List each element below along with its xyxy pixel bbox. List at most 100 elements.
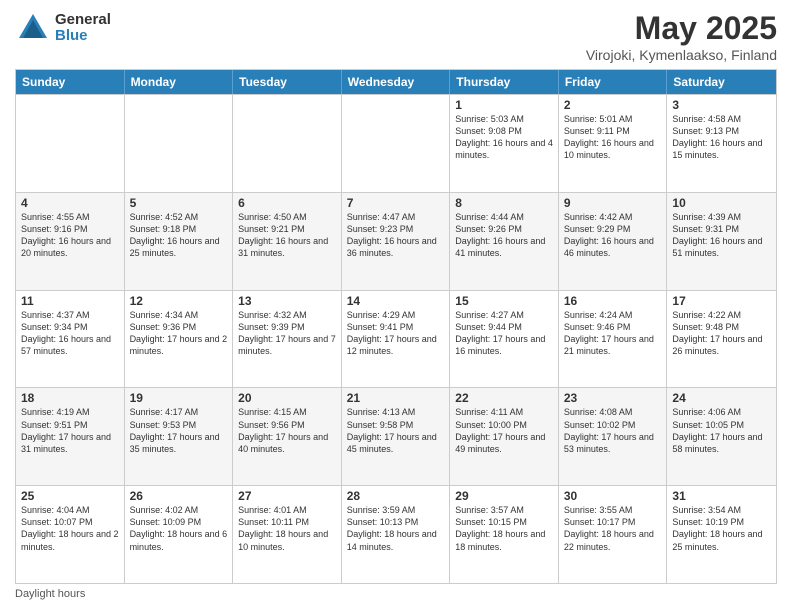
calendar-cell-day-31: 31Sunrise: 3:54 AM Sunset: 10:19 PM Dayl… xyxy=(667,486,776,583)
calendar-cell-day-14: 14Sunrise: 4:29 AM Sunset: 9:41 PM Dayli… xyxy=(342,291,451,388)
cell-info: Sunrise: 4:47 AM Sunset: 9:23 PM Dayligh… xyxy=(347,211,445,260)
day-number: 1 xyxy=(455,98,553,112)
day-of-week-monday: Monday xyxy=(125,70,234,94)
day-number: 15 xyxy=(455,294,553,308)
day-number: 23 xyxy=(564,391,662,405)
calendar-cell-day-30: 30Sunrise: 3:55 AM Sunset: 10:17 PM Dayl… xyxy=(559,486,668,583)
day-of-week-friday: Friday xyxy=(559,70,668,94)
cell-info: Sunrise: 4:55 AM Sunset: 9:16 PM Dayligh… xyxy=(21,211,119,260)
day-number: 25 xyxy=(21,489,119,503)
calendar: SundayMondayTuesdayWednesdayThursdayFrid… xyxy=(15,69,777,584)
calendar-row-0: 1Sunrise: 5:03 AM Sunset: 9:08 PM Daylig… xyxy=(16,94,776,192)
day-number: 27 xyxy=(238,489,336,503)
cell-info: Sunrise: 4:32 AM Sunset: 9:39 PM Dayligh… xyxy=(238,309,336,358)
calendar-cell-day-9: 9Sunrise: 4:42 AM Sunset: 9:29 PM Daylig… xyxy=(559,193,668,290)
day-number: 9 xyxy=(564,196,662,210)
calendar-cell-day-2: 2Sunrise: 5:01 AM Sunset: 9:11 PM Daylig… xyxy=(559,95,668,192)
calendar-cell-day-29: 29Sunrise: 3:57 AM Sunset: 10:15 PM Dayl… xyxy=(450,486,559,583)
cell-info: Sunrise: 4:11 AM Sunset: 10:00 PM Daylig… xyxy=(455,406,553,455)
footer: Daylight hours xyxy=(15,584,777,602)
day-number: 19 xyxy=(130,391,228,405)
calendar-cell-day-21: 21Sunrise: 4:13 AM Sunset: 9:58 PM Dayli… xyxy=(342,388,451,485)
day-number: 4 xyxy=(21,196,119,210)
day-number: 7 xyxy=(347,196,445,210)
cell-info: Sunrise: 5:03 AM Sunset: 9:08 PM Dayligh… xyxy=(455,113,553,162)
day-number: 8 xyxy=(455,196,553,210)
calendar-cell-day-7: 7Sunrise: 4:47 AM Sunset: 9:23 PM Daylig… xyxy=(342,193,451,290)
cell-info: Sunrise: 4:27 AM Sunset: 9:44 PM Dayligh… xyxy=(455,309,553,358)
calendar-cell-empty-0-0 xyxy=(16,95,125,192)
calendar-cell-empty-0-1 xyxy=(125,95,234,192)
calendar-row-4: 25Sunrise: 4:04 AM Sunset: 10:07 PM Dayl… xyxy=(16,485,776,583)
calendar-cell-day-1: 1Sunrise: 5:03 AM Sunset: 9:08 PM Daylig… xyxy=(450,95,559,192)
day-number: 6 xyxy=(238,196,336,210)
day-of-week-saturday: Saturday xyxy=(667,70,776,94)
calendar-cell-day-11: 11Sunrise: 4:37 AM Sunset: 9:34 PM Dayli… xyxy=(16,291,125,388)
calendar-cell-day-17: 17Sunrise: 4:22 AM Sunset: 9:48 PM Dayli… xyxy=(667,291,776,388)
day-number: 16 xyxy=(564,294,662,308)
day-number: 13 xyxy=(238,294,336,308)
calendar-cell-empty-0-2 xyxy=(233,95,342,192)
day-number: 26 xyxy=(130,489,228,503)
calendar-row-1: 4Sunrise: 4:55 AM Sunset: 9:16 PM Daylig… xyxy=(16,192,776,290)
calendar-cell-day-26: 26Sunrise: 4:02 AM Sunset: 10:09 PM Dayl… xyxy=(125,486,234,583)
logo-general-text: General xyxy=(55,12,111,29)
cell-info: Sunrise: 4:37 AM Sunset: 9:34 PM Dayligh… xyxy=(21,309,119,358)
cell-info: Sunrise: 5:01 AM Sunset: 9:11 PM Dayligh… xyxy=(564,113,662,162)
calendar-cell-day-10: 10Sunrise: 4:39 AM Sunset: 9:31 PM Dayli… xyxy=(667,193,776,290)
day-number: 30 xyxy=(564,489,662,503)
day-number: 10 xyxy=(672,196,771,210)
cell-info: Sunrise: 4:34 AM Sunset: 9:36 PM Dayligh… xyxy=(130,309,228,358)
day-number: 20 xyxy=(238,391,336,405)
day-number: 29 xyxy=(455,489,553,503)
location: Virojoki, Kymenlaakso, Finland xyxy=(586,47,777,63)
day-of-week-tuesday: Tuesday xyxy=(233,70,342,94)
day-of-week-wednesday: Wednesday xyxy=(342,70,451,94)
calendar-cell-day-15: 15Sunrise: 4:27 AM Sunset: 9:44 PM Dayli… xyxy=(450,291,559,388)
cell-info: Sunrise: 4:24 AM Sunset: 9:46 PM Dayligh… xyxy=(564,309,662,358)
calendar-cell-day-22: 22Sunrise: 4:11 AM Sunset: 10:00 PM Dayl… xyxy=(450,388,559,485)
cell-info: Sunrise: 3:57 AM Sunset: 10:15 PM Daylig… xyxy=(455,504,553,553)
day-number: 17 xyxy=(672,294,771,308)
cell-info: Sunrise: 3:55 AM Sunset: 10:17 PM Daylig… xyxy=(564,504,662,553)
cell-info: Sunrise: 4:39 AM Sunset: 9:31 PM Dayligh… xyxy=(672,211,771,260)
calendar-cell-day-5: 5Sunrise: 4:52 AM Sunset: 9:18 PM Daylig… xyxy=(125,193,234,290)
logo: General Blue xyxy=(15,10,111,46)
cell-info: Sunrise: 4:58 AM Sunset: 9:13 PM Dayligh… xyxy=(672,113,771,162)
page: General Blue May 2025 Virojoki, Kymenlaa… xyxy=(0,0,792,612)
cell-info: Sunrise: 4:19 AM Sunset: 9:51 PM Dayligh… xyxy=(21,406,119,455)
day-number: 24 xyxy=(672,391,771,405)
cell-info: Sunrise: 3:59 AM Sunset: 10:13 PM Daylig… xyxy=(347,504,445,553)
cell-info: Sunrise: 4:22 AM Sunset: 9:48 PM Dayligh… xyxy=(672,309,771,358)
calendar-cell-day-20: 20Sunrise: 4:15 AM Sunset: 9:56 PM Dayli… xyxy=(233,388,342,485)
footer-text: Daylight hours xyxy=(15,588,85,600)
cell-info: Sunrise: 4:44 AM Sunset: 9:26 PM Dayligh… xyxy=(455,211,553,260)
calendar-cell-day-6: 6Sunrise: 4:50 AM Sunset: 9:21 PM Daylig… xyxy=(233,193,342,290)
month-title: May 2025 xyxy=(586,10,777,47)
day-number: 12 xyxy=(130,294,228,308)
calendar-cell-day-24: 24Sunrise: 4:06 AM Sunset: 10:05 PM Dayl… xyxy=(667,388,776,485)
cell-info: Sunrise: 3:54 AM Sunset: 10:19 PM Daylig… xyxy=(672,504,771,553)
day-number: 31 xyxy=(672,489,771,503)
day-number: 3 xyxy=(672,98,771,112)
header: General Blue May 2025 Virojoki, Kymenlaa… xyxy=(15,10,777,63)
day-of-week-thursday: Thursday xyxy=(450,70,559,94)
calendar-cell-day-8: 8Sunrise: 4:44 AM Sunset: 9:26 PM Daylig… xyxy=(450,193,559,290)
calendar-cell-day-13: 13Sunrise: 4:32 AM Sunset: 9:39 PM Dayli… xyxy=(233,291,342,388)
cell-info: Sunrise: 4:02 AM Sunset: 10:09 PM Daylig… xyxy=(130,504,228,553)
title-section: May 2025 Virojoki, Kymenlaakso, Finland xyxy=(586,10,777,63)
cell-info: Sunrise: 4:08 AM Sunset: 10:02 PM Daylig… xyxy=(564,406,662,455)
day-number: 11 xyxy=(21,294,119,308)
cell-info: Sunrise: 4:50 AM Sunset: 9:21 PM Dayligh… xyxy=(238,211,336,260)
calendar-cell-day-28: 28Sunrise: 3:59 AM Sunset: 10:13 PM Dayl… xyxy=(342,486,451,583)
calendar-cell-empty-0-3 xyxy=(342,95,451,192)
calendar-cell-day-16: 16Sunrise: 4:24 AM Sunset: 9:46 PM Dayli… xyxy=(559,291,668,388)
calendar-row-2: 11Sunrise: 4:37 AM Sunset: 9:34 PM Dayli… xyxy=(16,290,776,388)
cell-info: Sunrise: 4:17 AM Sunset: 9:53 PM Dayligh… xyxy=(130,406,228,455)
day-number: 22 xyxy=(455,391,553,405)
day-number: 18 xyxy=(21,391,119,405)
cell-info: Sunrise: 4:29 AM Sunset: 9:41 PM Dayligh… xyxy=(347,309,445,358)
day-number: 5 xyxy=(130,196,228,210)
calendar-header: SundayMondayTuesdayWednesdayThursdayFrid… xyxy=(16,70,776,94)
calendar-cell-day-27: 27Sunrise: 4:01 AM Sunset: 10:11 PM Dayl… xyxy=(233,486,342,583)
